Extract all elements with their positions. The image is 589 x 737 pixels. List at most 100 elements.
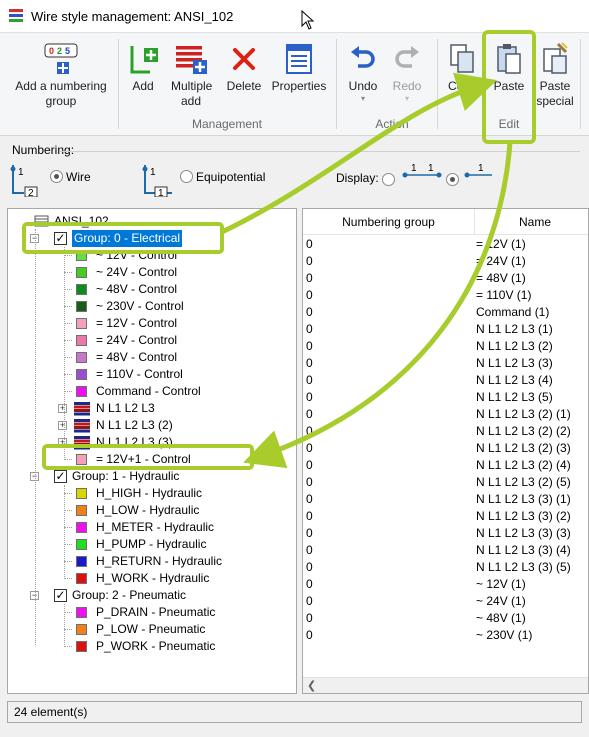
list-row[interactable]: 0 N L1 L2 L3 (3) (1)	[303, 491, 588, 508]
multiple-add-button[interactable]: Multiple add	[164, 39, 218, 109]
wire-radio[interactable]	[50, 170, 63, 183]
list-row[interactable]: 0 N L1 L2 L3 (3) (4)	[303, 542, 588, 559]
tree-item[interactable]: ~ 12V - Control	[14, 247, 294, 264]
list-row[interactable]: 0 = 24V (1)	[303, 253, 588, 270]
tree-group-1[interactable]: − ✓ Group: 1 - Hydraulic	[14, 468, 294, 485]
paste-special-button[interactable]: Paste special	[532, 39, 578, 109]
tree-group-0[interactable]: − ✓ Group: 0 - Electrical	[14, 230, 294, 247]
list-row[interactable]: 0 N L1 L2 L3 (1)	[303, 321, 588, 338]
tree-item[interactable]: = 48V - Control	[14, 349, 294, 366]
list-row[interactable]: 0 N L1 L2 L3 (2) (3)	[303, 440, 588, 457]
column-header-numbering-group[interactable]: Numbering group	[303, 209, 475, 235]
cell-numbering-group: 0	[306, 577, 313, 591]
tree-item[interactable]: H_METER - Hydraulic	[14, 519, 294, 536]
list-row[interactable]: 0 N L1 L2 L3 (4)	[303, 372, 588, 389]
cell-name: N L1 L2 L3 (3) (1)	[476, 492, 571, 506]
tree-item[interactable]: = 110V - Control	[14, 366, 294, 383]
tree-item[interactable]: H_HIGH - Hydraulic	[14, 485, 294, 502]
svg-text:1: 1	[150, 167, 156, 178]
cell-numbering-group: 0	[306, 560, 313, 574]
list-row[interactable]: 0 N L1 L2 L3 (2)	[303, 338, 588, 355]
expand-icon[interactable]: +	[58, 404, 67, 413]
tree-item[interactable]: + N L1 L2 L3 (2)	[14, 417, 294, 434]
redo-dropdown-icon[interactable]: ▾	[386, 94, 428, 104]
tree-item[interactable]: H_PUMP - Hydraulic	[14, 536, 294, 553]
tree-item[interactable]: P_DRAIN - Pneumatic	[14, 604, 294, 621]
add-button[interactable]: Add	[124, 39, 162, 94]
list-row[interactable]: 0 N L1 L2 L3 (2) (2)	[303, 423, 588, 440]
list-row[interactable]: 0 ~ 48V (1)	[303, 610, 588, 627]
redo-button[interactable]: Redo ▾	[386, 39, 428, 104]
undo-dropdown-icon[interactable]: ▾	[342, 94, 384, 104]
tree-item[interactable]: H_LOW - Hydraulic	[14, 502, 294, 519]
list-row[interactable]: 0 = 12V (1)	[303, 236, 588, 253]
list-row[interactable]: 0 N L1 L2 L3 (2) (5)	[303, 474, 588, 491]
title-bar: Wire style management: ANSI_102	[0, 0, 589, 33]
expand-icon[interactable]: +	[58, 438, 67, 447]
tree-item[interactable]: Command - Control	[14, 383, 294, 400]
tree-item[interactable]: ~ 24V - Control	[14, 264, 294, 281]
equipotential-radio[interactable]	[180, 170, 193, 183]
list-row[interactable]: 0 N L1 L2 L3 (3) (2)	[303, 508, 588, 525]
paste-special-label: Paste special	[536, 79, 574, 108]
group-checkbox[interactable]: ✓	[54, 589, 67, 602]
display-option-radio-selected[interactable]	[446, 173, 459, 186]
tree-connector	[64, 629, 72, 630]
tree-item[interactable]: P_LOW - Pneumatic	[14, 621, 294, 638]
tree-item[interactable]: H_WORK - Hydraulic	[14, 570, 294, 587]
expand-icon[interactable]: +	[58, 421, 67, 430]
list-row[interactable]: 0 ~ 12V (1)	[303, 576, 588, 593]
add-numbering-group-button[interactable]: 0 2 5 Add a numbering group	[8, 39, 114, 109]
tree-item[interactable]: P_WORK - Pneumatic	[14, 638, 294, 655]
wire-style-list[interactable]: Numbering group Name 0 = 12V (1) 0 = 24V (1…	[302, 208, 589, 694]
horizontal-scrollbar[interactable]: ❮	[303, 677, 588, 693]
list-row[interactable]: 0 = 48V (1)	[303, 270, 588, 287]
undo-button[interactable]: Undo ▾	[342, 39, 384, 104]
edit-group-label: Edit	[498, 117, 520, 131]
list-row[interactable]: 0 ~ 230V (1)	[303, 627, 588, 644]
copy-icon	[450, 44, 474, 73]
delete-button[interactable]: Delete	[222, 39, 266, 94]
tree-item[interactable]: H_RETURN - Hydraulic	[14, 553, 294, 570]
tree-root-label: ANSI_102	[54, 214, 109, 228]
tree-item[interactable]: + N L1 L2 L3 (3)	[14, 434, 294, 451]
wire-style-tree[interactable]: ANSI_102 − ✓ Group: 0 - Electrical ~ 12V - C…	[7, 208, 297, 694]
tree-root[interactable]: ANSI_102	[14, 213, 284, 230]
list-row[interactable]: 0 N L1 L2 L3 (3) (5)	[303, 559, 588, 576]
cell-name: N L1 L2 L3 (1)	[476, 322, 553, 336]
scroll-left-icon[interactable]: ❮	[307, 679, 316, 692]
color-swatch	[76, 454, 87, 465]
tree-item[interactable]: + N L1 L2 L3	[14, 400, 294, 417]
cell-numbering-group: 0	[306, 628, 313, 642]
list-row[interactable]: 0 N L1 L2 L3 (2) (1)	[303, 406, 588, 423]
column-header-name[interactable]: Name	[475, 209, 588, 235]
multiple-add-label: Multiple add	[171, 79, 213, 108]
list-row[interactable]: 0 = 110V (1)	[303, 287, 588, 304]
group-checkbox[interactable]: ✓	[54, 470, 67, 483]
tree-item[interactable]: = 24V - Control	[14, 332, 294, 349]
list-row[interactable]: 0 N L1 L2 L3 (3)	[303, 355, 588, 372]
cell-numbering-group: 0	[306, 611, 313, 625]
display-option-radio[interactable]	[382, 173, 395, 186]
list-row[interactable]: 0 N L1 L2 L3 (3) (3)	[303, 525, 588, 542]
tree-item-label: H_PUMP - Hydraulic	[96, 537, 207, 551]
properties-button[interactable]: Properties	[268, 39, 330, 94]
tree-group-2[interactable]: − ✓ Group: 2 - Pneumatic	[14, 587, 294, 604]
tree-connector	[64, 493, 72, 494]
tree-item-label: = 12V+1 - Control	[96, 452, 191, 466]
tree-item[interactable]: ~ 48V - Control	[14, 281, 294, 298]
list-row[interactable]: 0 ~ 24V (1)	[303, 593, 588, 610]
copy-button[interactable]: Copy	[440, 39, 484, 94]
paste-button[interactable]: Paste	[488, 39, 530, 94]
tree-item[interactable]: ~ 230V - Control	[14, 298, 294, 315]
tree-item[interactable]: = 12V+1 - Control	[14, 451, 294, 468]
cell-numbering-group: 0	[306, 424, 313, 438]
equipotential-radio-label: Equipotential	[196, 170, 266, 184]
list-row[interactable]: 0 Command (1)	[303, 304, 588, 321]
tree-connector	[64, 255, 72, 256]
list-row[interactable]: 0 N L1 L2 L3 (2) (4)	[303, 457, 588, 474]
list-row[interactable]: 0 N L1 L2 L3 (5)	[303, 389, 588, 406]
group-checkbox[interactable]: ✓	[54, 232, 67, 245]
tree-item[interactable]: = 12V - Control	[14, 315, 294, 332]
cell-name: N L1 L2 L3 (3)	[476, 356, 553, 370]
